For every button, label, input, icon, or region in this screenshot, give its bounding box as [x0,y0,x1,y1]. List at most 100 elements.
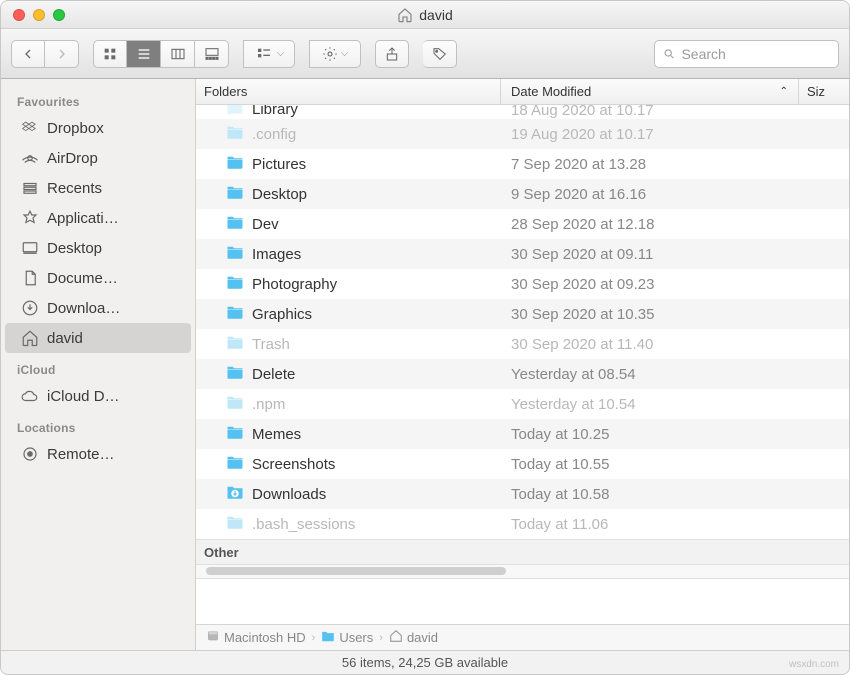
breadcrumb-label: Users [339,630,373,645]
table-row[interactable]: .config19 Aug 2020 at 10.17 [196,119,849,149]
back-button[interactable] [11,40,45,68]
file-list[interactable]: Library 18 Aug 2020 at 10.17.config19 Aug… [196,105,849,624]
home-icon [397,7,413,23]
row-date: 9 Sep 2020 at 16.16 [501,186,849,203]
row-date: 28 Sep 2020 at 12.18 [501,216,849,233]
folder-icon [226,364,244,384]
row-name-text: Library [252,105,298,118]
row-date: 30 Sep 2020 at 09.23 [501,276,849,293]
table-row[interactable]: Graphics30 Sep 2020 at 10.35 [196,299,849,329]
column-header-name[interactable]: Folders [196,79,501,104]
main-panel: Folders Date Modified ⌃ Siz Library 18 Au… [196,79,849,650]
table-row[interactable]: Pictures7 Sep 2020 at 13.28 [196,149,849,179]
table-row[interactable]: DownloadsToday at 10.58 [196,479,849,509]
minimize-button[interactable] [33,9,45,21]
dropbox-icon [21,119,39,137]
nav-buttons [11,40,79,68]
window-title-text: david [419,7,452,23]
column-header-date[interactable]: Date Modified ⌃ [501,79,799,104]
row-date: 7 Sep 2020 at 13.28 [501,156,849,173]
sidebar-heading: Favourites [1,85,195,113]
column-header-size[interactable]: Siz [799,79,849,104]
close-button[interactable] [13,9,25,21]
row-name: Delete [196,364,501,384]
sidebar[interactable]: FavouritesDropbox AirDrop RecentsApplicati… [1,79,196,650]
sidebar-item-label: AirDrop [47,150,98,167]
row-name: .npm [196,394,501,414]
breadcrumb-home[interactable]: david [389,629,438,646]
zoom-button[interactable] [53,9,65,21]
gallery-view-button[interactable] [195,40,229,68]
sidebar-item-downloads[interactable]: Downloa… [5,293,191,323]
row-date: Today at 10.25 [501,426,849,443]
airdrop-icon [21,149,39,167]
row-date: Today at 10.55 [501,456,849,473]
table-row[interactable]: Screenshots Today at 10.55 [196,449,849,479]
folder-icon [226,334,244,354]
sidebar-item-home[interactable]: david [5,323,191,353]
window-title: david [1,7,849,23]
sort-asc-icon: ⌃ [780,86,788,97]
table-row[interactable]: Dev28 Sep 2020 at 12.18 [196,209,849,239]
row-name: Screenshots [196,454,501,474]
row-name: Library [196,105,501,119]
tags-button[interactable] [423,40,457,68]
folder-icon [226,105,244,119]
table-row[interactable]: Library 18 Aug 2020 at 10.17 [196,105,849,119]
list-view-button[interactable] [127,40,161,68]
search-input[interactable] [681,46,830,62]
sidebar-item-remote[interactable]: Remote… [5,439,191,469]
applications-icon [21,209,39,227]
sidebar-item-label: Remote… [47,446,115,463]
table-row[interactable]: .npm Yesterday at 10.54 [196,389,849,419]
row-name-text: Photography [252,276,337,293]
path-bar: Macintosh HD›Users›david [196,624,849,650]
share-button[interactable] [375,40,409,68]
search-field[interactable] [654,40,839,68]
sidebar-item-applications[interactable]: Applicati… [5,203,191,233]
icon-view-button[interactable] [93,40,127,68]
action-button-group: ⌵ [309,40,361,68]
group-by-button[interactable]: ⌵ [243,40,295,68]
folder-icon [226,184,244,204]
sidebar-item-recents[interactable]: Recents [5,173,191,203]
sidebar-item-icloud[interactable]: iCloud D… [5,381,191,411]
column-view-button[interactable] [161,40,195,68]
forward-button[interactable] [45,40,79,68]
sidebar-item-dropbox[interactable]: Dropbox [5,113,191,143]
breadcrumb-disk[interactable]: Macintosh HD [206,629,306,646]
row-name-text: Desktop [252,186,307,203]
breadcrumb-label: Macintosh HD [224,630,306,645]
table-row[interactable]: Desktop 9 Sep 2020 at 16.16 [196,179,849,209]
horizontal-scrollbar[interactable] [196,565,849,579]
row-date: 30 Sep 2020 at 11.40 [501,336,849,353]
row-name: .bash_sessions [196,514,501,534]
action-button[interactable]: ⌵ [309,40,361,68]
table-row[interactable]: MemesToday at 10.25 [196,419,849,449]
row-date: 18 Aug 2020 at 10.17 [501,105,849,119]
row-name: Pictures [196,154,501,174]
row-date: Yesterday at 10.54 [501,396,849,413]
toolbar: ⌵ ⌵ [1,29,849,79]
row-name-text: .npm [252,396,285,413]
scrollbar-thumb[interactable] [206,567,506,575]
sidebar-item-desktop[interactable]: Desktop [5,233,191,263]
sidebar-item-documents[interactable]: Docume… [5,263,191,293]
table-row[interactable]: Photography 30 Sep 2020 at 09.23 [196,269,849,299]
table-row[interactable]: .bash_sessionsToday at 11.06 [196,509,849,539]
titlebar: david [1,1,849,29]
table-row[interactable]: Trash30 Sep 2020 at 11.40 [196,329,849,359]
sidebar-item-airdrop[interactable]: AirDrop [5,143,191,173]
group-header-other[interactable]: Other [196,539,849,565]
icloud-icon [21,387,39,405]
row-name-text: .bash_sessions [252,516,355,533]
breadcrumb-label: david [407,630,438,645]
sidebar-heading: Locations [1,411,195,439]
table-row[interactable]: DeleteYesterday at 08.54 [196,359,849,389]
breadcrumb-folder[interactable]: Users [321,629,373,646]
row-date: Today at 10.58 [501,486,849,503]
row-name-text: Screenshots [252,456,335,473]
status-text: 56 items, 24,25 GB available [342,655,508,670]
row-name: Photography [196,274,501,294]
table-row[interactable]: Images30 Sep 2020 at 09.11 [196,239,849,269]
